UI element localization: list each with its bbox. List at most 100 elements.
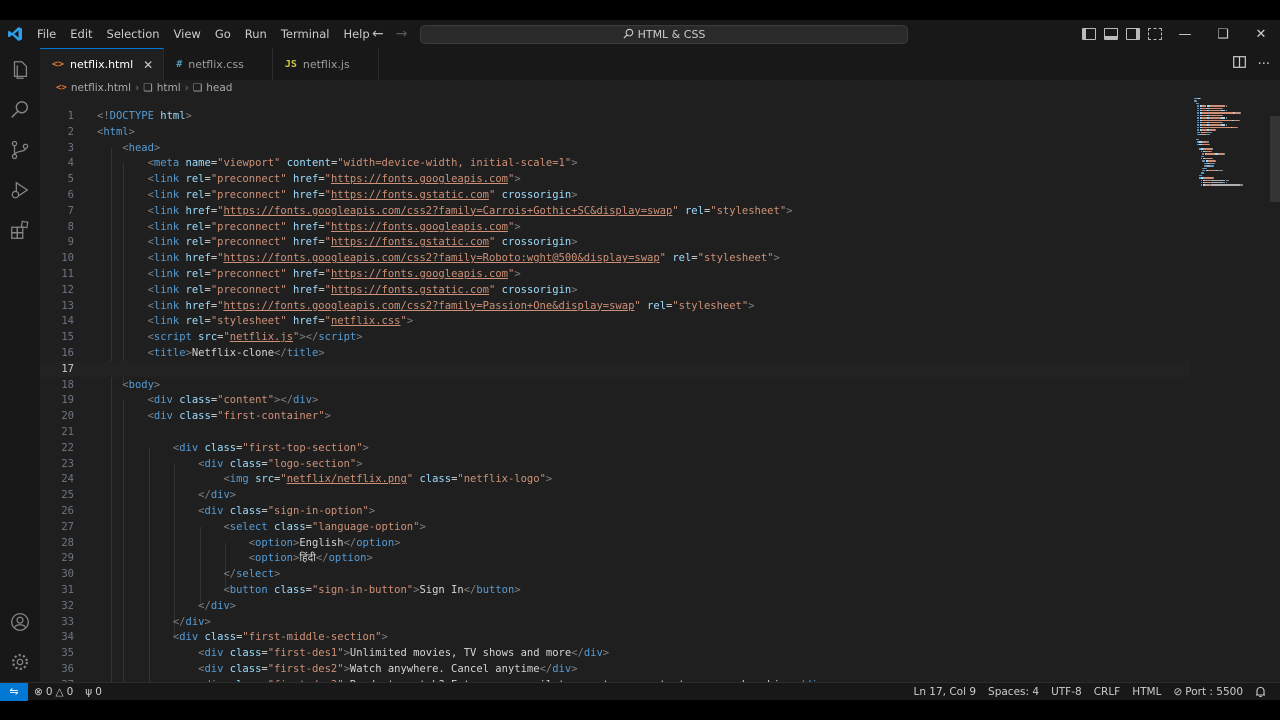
breadcrumb-file[interactable]: netflix.html bbox=[71, 82, 131, 94]
search-view-icon[interactable] bbox=[8, 98, 32, 122]
code-line[interactable]: 10 <link href="https://fonts.googleapis.… bbox=[40, 250, 1190, 266]
vertical-scrollbar[interactable] bbox=[1270, 116, 1280, 202]
token-attr: content bbox=[286, 157, 331, 170]
indentation[interactable]: Spaces: 4 bbox=[982, 686, 1045, 698]
menu-terminal[interactable]: Terminal bbox=[274, 20, 337, 48]
code-line[interactable]: 4 <meta name="viewport" content="width=d… bbox=[40, 155, 1190, 171]
token-tag: div bbox=[153, 410, 173, 423]
menu-help[interactable]: Help bbox=[336, 20, 376, 48]
run-debug-icon[interactable] bbox=[8, 178, 32, 202]
account-icon[interactable] bbox=[8, 610, 32, 634]
code-line[interactable]: 31 <button class="sign-in-button">Sign I… bbox=[40, 582, 1190, 598]
source-control-icon[interactable] bbox=[8, 138, 32, 162]
close-window-icon[interactable]: ✕ bbox=[1242, 20, 1280, 48]
settings-gear-icon[interactable] bbox=[8, 650, 32, 674]
code-editor[interactable]: 1 <!DOCTYPE html> 2 <html> 3 <head> 4 <meta n… bbox=[40, 96, 1280, 682]
minimap-token bbox=[1197, 102, 1199, 105]
minimap-token bbox=[1211, 150, 1213, 153]
breadcrumb-html[interactable]: html bbox=[157, 82, 181, 94]
cursor-position[interactable]: Ln 17, Col 9 bbox=[907, 686, 982, 698]
minimap-token bbox=[1237, 126, 1239, 129]
code-line[interactable]: 26 <div class="sign-in-option"> bbox=[40, 503, 1190, 519]
code-line[interactable]: 29 <option>हिंदी</option> bbox=[40, 550, 1190, 566]
problems-indicator[interactable]: ⊗ 0 △ 0 bbox=[28, 686, 79, 698]
command-center[interactable]: HTML & CSS bbox=[420, 25, 908, 44]
close-tab-icon[interactable]: ✕ bbox=[143, 58, 153, 72]
code-line[interactable]: 8 <link rel="preconnect" href="https://f… bbox=[40, 219, 1190, 235]
code-line[interactable]: 25 </div> bbox=[40, 487, 1190, 503]
customize-layout-icon[interactable] bbox=[1148, 28, 1162, 40]
line-ending[interactable]: CRLF bbox=[1088, 686, 1127, 698]
code-line[interactable]: 13 <link href="https://fonts.googleapis.… bbox=[40, 298, 1190, 314]
explorer-icon[interactable] bbox=[8, 58, 32, 82]
menu-view[interactable]: View bbox=[167, 20, 208, 48]
code-line[interactable]: 21 bbox=[40, 424, 1190, 440]
menu-file[interactable]: File bbox=[30, 20, 63, 48]
notifications-bell-icon[interactable] bbox=[1249, 686, 1272, 698]
toggle-panel-icon[interactable] bbox=[1104, 28, 1118, 40]
token-br: > bbox=[571, 157, 578, 170]
tab-netflix-css[interactable]: # netflix.css bbox=[164, 48, 273, 80]
code-line[interactable]: 17 bbox=[40, 360, 1190, 377]
code-line[interactable]: 5 <link rel="preconnect" href="https://f… bbox=[40, 171, 1190, 187]
code-line[interactable]: 33 </div> bbox=[40, 614, 1190, 630]
menu-go[interactable]: Go bbox=[208, 20, 238, 48]
forward-arrow-icon[interactable]: → bbox=[396, 26, 408, 42]
code-line[interactable]: 36 <div class="first-des2">Watch anywher… bbox=[40, 661, 1190, 677]
code-line[interactable]: 35 <div class="first-des1">Unlimited mov… bbox=[40, 645, 1190, 661]
code-line[interactable]: 14 <link rel="stylesheet" href="netflix.… bbox=[40, 313, 1190, 329]
code-line[interactable]: 24 <img src="netflix/netflix.png" class=… bbox=[40, 471, 1190, 487]
tab-netflix-js[interactable]: JS netflix.js bbox=[273, 48, 379, 80]
code-line[interactable]: 22 <div class="first-top-section"> bbox=[40, 440, 1190, 456]
encoding[interactable]: UTF-8 bbox=[1045, 686, 1088, 698]
remote-indicator-icon[interactable]: ⇋ bbox=[0, 682, 28, 701]
token-tag: link bbox=[153, 173, 180, 186]
line-number: 21 bbox=[61, 426, 74, 438]
language-mode[interactable]: HTML bbox=[1126, 686, 1167, 698]
toggle-secondary-sidebar-icon[interactable] bbox=[1126, 28, 1140, 40]
code-line[interactable]: 16 <title>Netflix-clone</title> bbox=[40, 345, 1190, 361]
code-line[interactable]: 34 <div class="first-middle-section"> bbox=[40, 629, 1190, 645]
code-line[interactable]: 28 <option>English</option> bbox=[40, 535, 1190, 551]
split-editor-icon[interactable] bbox=[1232, 56, 1246, 72]
menu-run[interactable]: Run bbox=[238, 20, 274, 48]
code-line[interactable]: 20 <div class="first-container"> bbox=[40, 408, 1190, 424]
minimap[interactable] bbox=[1194, 96, 1270, 396]
code-line[interactable]: 32 </div> bbox=[40, 598, 1190, 614]
token-br: > bbox=[312, 394, 319, 407]
token-tag: img bbox=[229, 473, 249, 486]
code-line[interactable]: 1 <!DOCTYPE html> bbox=[40, 108, 1190, 124]
tab-netflix-html[interactable]: <> netflix.html ✕ bbox=[40, 48, 165, 80]
code-line[interactable]: 15 <script src="netflix.js"></script> bbox=[40, 329, 1190, 345]
code-line[interactable]: 7 <link href="https://fonts.googleapis.c… bbox=[40, 203, 1190, 219]
token-tag: button bbox=[229, 584, 268, 596]
code-line[interactable]: 6 <link rel="preconnect" href="https://f… bbox=[40, 187, 1190, 203]
code-line[interactable]: 11 <link rel="preconnect" href="https://… bbox=[40, 266, 1190, 282]
code-line[interactable]: 12 <link rel="preconnect" href="https://… bbox=[40, 282, 1190, 298]
code-text: <div class="content"></div> bbox=[97, 392, 319, 408]
ports-indicator[interactable]: ψ 0 bbox=[79, 686, 108, 698]
code-line[interactable]: 3 <head> bbox=[40, 140, 1190, 156]
toggle-primary-sidebar-icon[interactable] bbox=[1082, 28, 1096, 40]
code-line[interactable]: 2 <html> bbox=[40, 124, 1190, 140]
code-line[interactable]: 19 <div class="content"></div> bbox=[40, 392, 1190, 408]
live-server-port[interactable]: ⊘ Port : 5500 bbox=[1167, 686, 1249, 698]
token-url: https://fonts.gstatic.com bbox=[330, 236, 490, 249]
token-attr: rel bbox=[185, 315, 205, 328]
menu-selection[interactable]: Selection bbox=[100, 20, 167, 48]
back-arrow-icon[interactable]: ← bbox=[372, 26, 384, 42]
code-line[interactable]: 18 <body> bbox=[40, 377, 1190, 393]
minimize-icon[interactable]: — bbox=[1166, 20, 1204, 48]
extensions-icon[interactable] bbox=[8, 218, 32, 242]
code-line[interactable]: 9 <link rel="preconnect" href="https://f… bbox=[40, 234, 1190, 250]
code-line[interactable]: 30 </select> bbox=[40, 566, 1190, 582]
line-number: 25 bbox=[61, 489, 74, 502]
menu-edit[interactable]: Edit bbox=[63, 20, 99, 48]
token-attr: rel bbox=[684, 204, 704, 217]
code-line[interactable]: 27 <select class="language-option"> bbox=[40, 519, 1190, 535]
more-actions-icon[interactable]: ··· bbox=[1258, 57, 1270, 72]
token-br: <! bbox=[97, 110, 110, 122]
code-line[interactable]: 23 <div class="logo-section"> bbox=[40, 456, 1190, 472]
breadcrumb-head[interactable]: head bbox=[206, 82, 232, 94]
restore-icon[interactable]: ❑ bbox=[1204, 20, 1242, 48]
